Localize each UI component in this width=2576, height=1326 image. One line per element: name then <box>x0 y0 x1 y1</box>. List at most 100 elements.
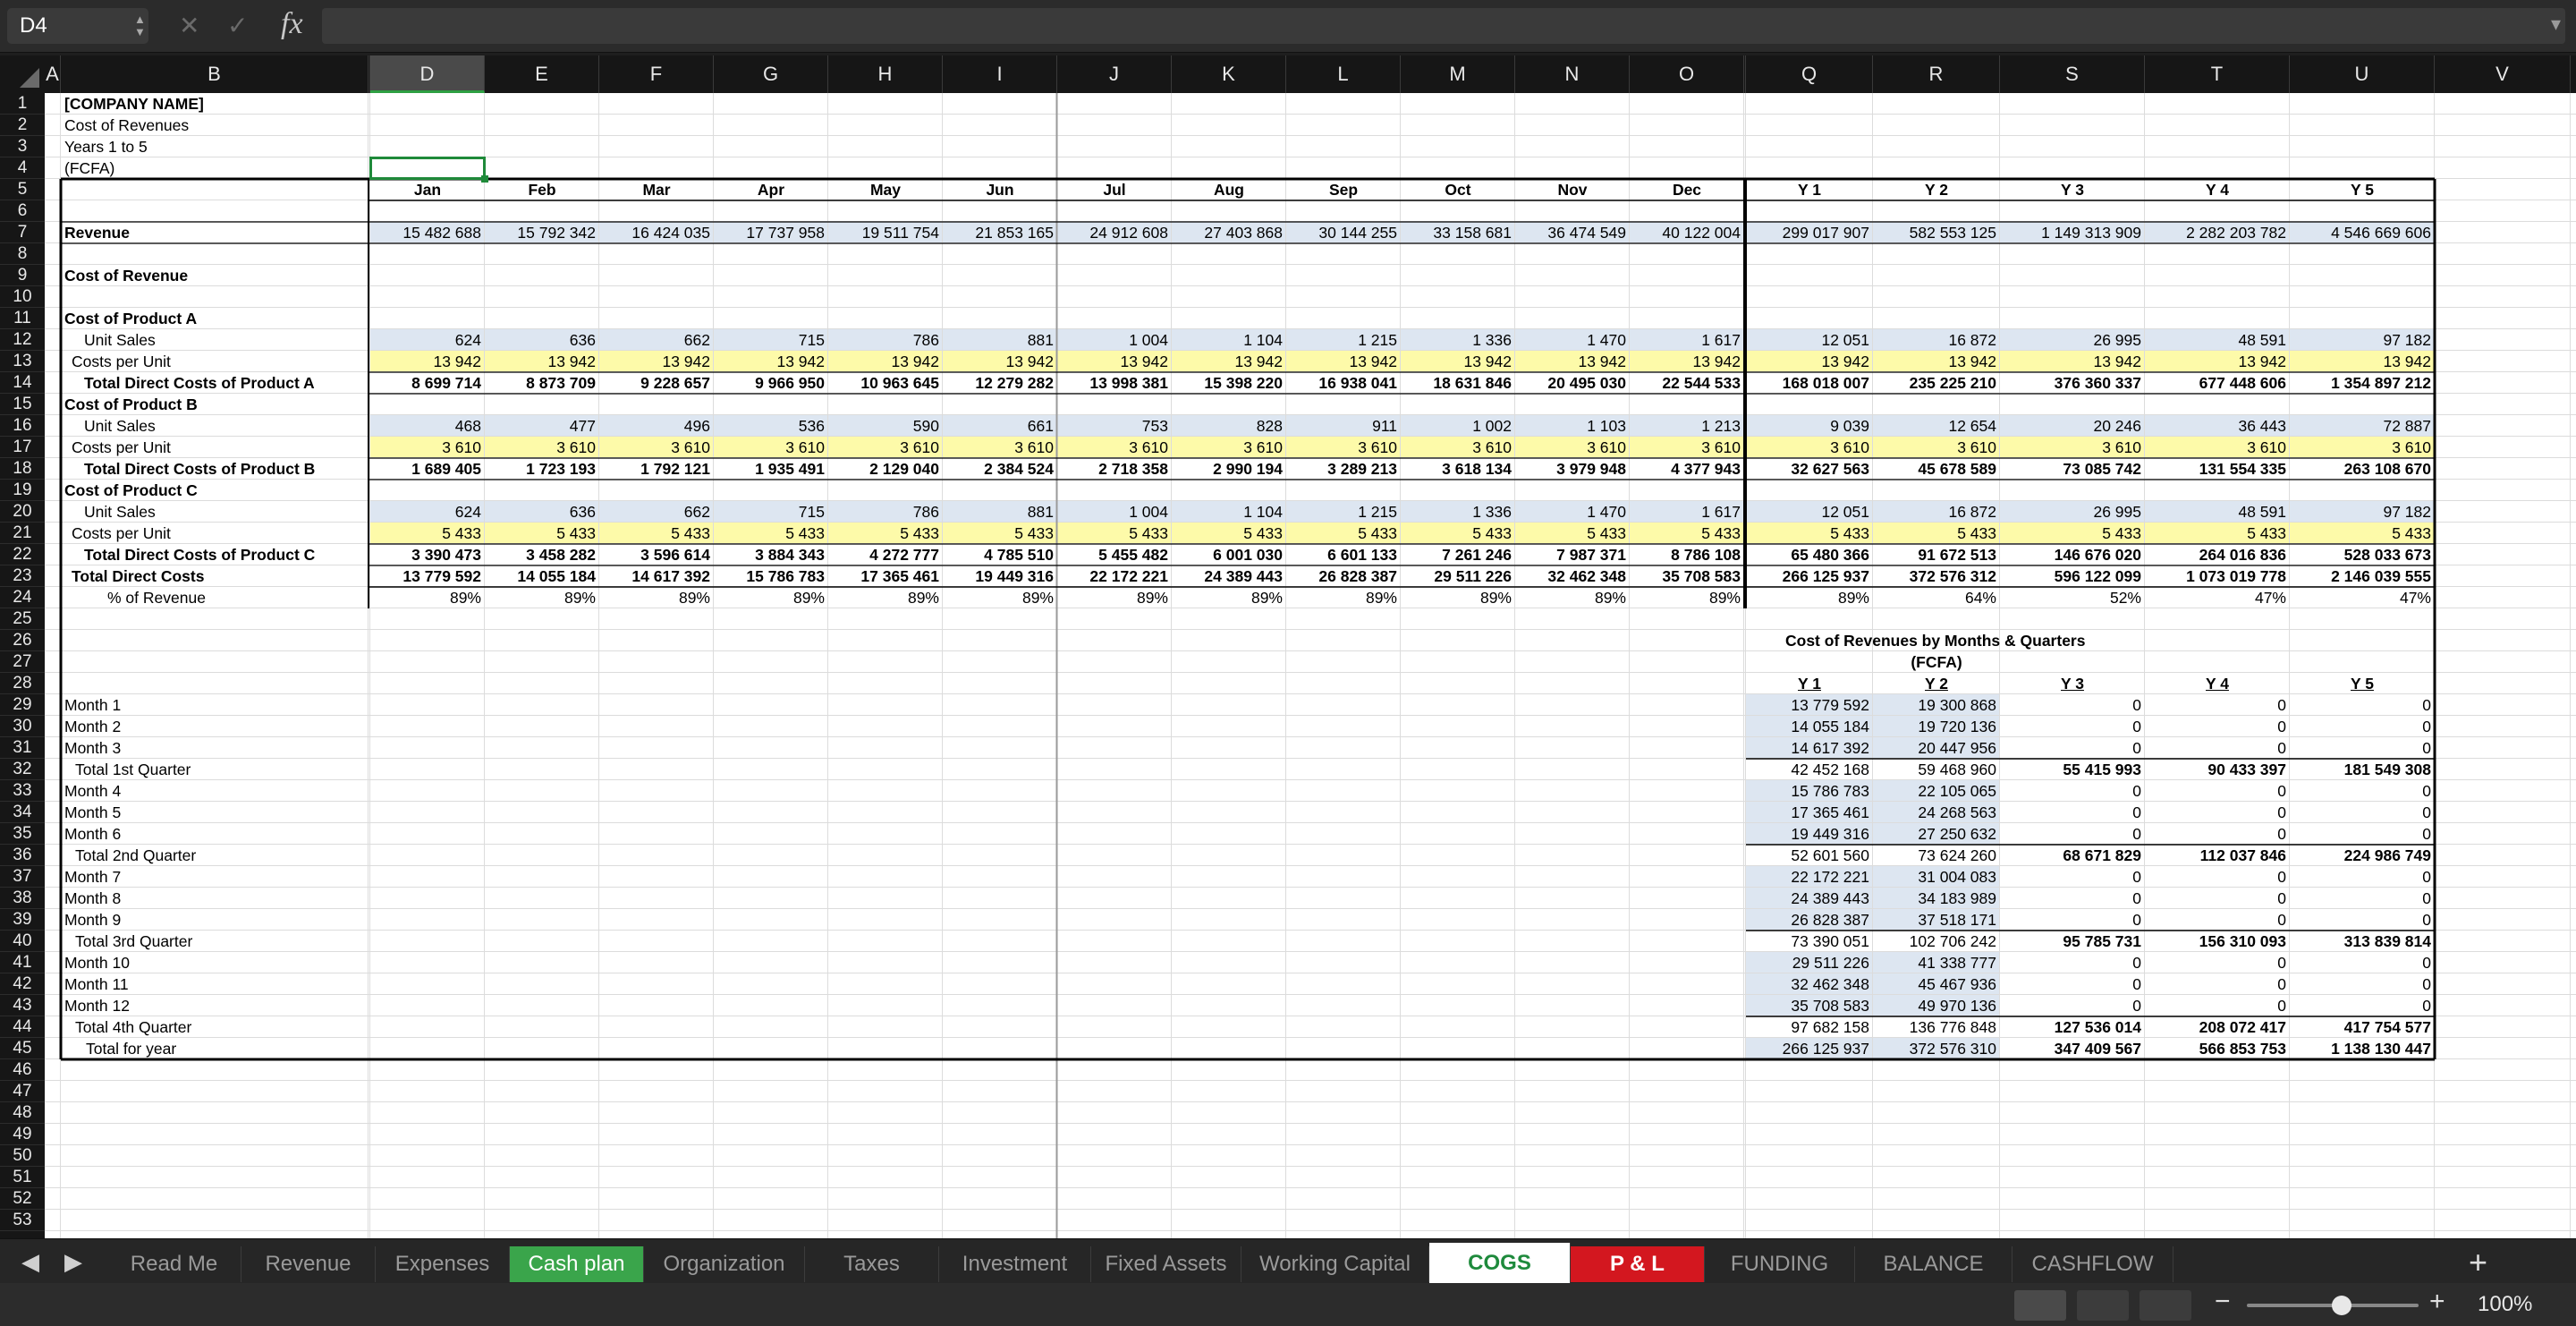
cell-n21[interactable]: 5 433 <box>1515 523 1630 544</box>
cell-t44[interactable]: 208 072 417 <box>2145 1016 2290 1038</box>
cell-n12[interactable]: 1 470 <box>1515 329 1630 351</box>
cell-b43[interactable]: Month 12 <box>61 995 365 1016</box>
sheet-tab-balance[interactable]: BALANCE <box>1855 1246 2012 1282</box>
column-header-g[interactable]: G <box>714 55 828 93</box>
sheet-tab-working-capital[interactable]: Working Capital <box>1241 1246 1429 1282</box>
cell-s45[interactable]: 347 409 567 <box>2000 1038 2145 1059</box>
cell-n13[interactable]: 13 942 <box>1515 351 1630 372</box>
row-header-13[interactable]: 13 <box>0 351 45 372</box>
cell-f22[interactable]: 3 596 614 <box>599 544 714 565</box>
cell-h18[interactable]: 2 129 040 <box>828 458 943 480</box>
cell-r29[interactable]: 19 300 868 <box>1873 694 2000 716</box>
cell-h20[interactable]: 786 <box>828 501 943 523</box>
row-header-19[interactable]: 19 <box>0 480 45 501</box>
cell-u39[interactable]: 0 <box>2290 909 2435 931</box>
cell-s16[interactable]: 20 246 <box>2000 415 2145 437</box>
cell-f14[interactable]: 9 228 657 <box>599 372 714 394</box>
cell-q42[interactable]: 32 462 348 <box>1746 973 1873 995</box>
cell-s23[interactable]: 596 122 099 <box>2000 565 2145 587</box>
cell-j24[interactable]: 89% <box>1057 587 1172 608</box>
name-box-stepper-icon[interactable]: ▲ ▼ <box>134 13 146 38</box>
cell-m7[interactable]: 33 158 681 <box>1401 222 1515 243</box>
cell-r30[interactable]: 19 720 136 <box>1873 716 2000 737</box>
cell-l17[interactable]: 3 610 <box>1286 437 1401 458</box>
cell-r27[interactable]: (FCFA) <box>1873 651 2000 673</box>
column-header-q[interactable]: Q <box>1746 55 1873 93</box>
cell-i20[interactable]: 881 <box>943 501 1057 523</box>
cell-s42[interactable]: 0 <box>2000 973 2145 995</box>
cell-r28[interactable]: Y 2 <box>1873 673 2000 694</box>
cell-t23[interactable]: 1 073 019 778 <box>2145 565 2290 587</box>
cell-u12[interactable]: 97 182 <box>2290 329 2435 351</box>
cell-s12[interactable]: 26 995 <box>2000 329 2145 351</box>
cell-g12[interactable]: 715 <box>714 329 828 351</box>
cell-b19[interactable]: Cost of Product C <box>61 480 365 501</box>
cell-b32[interactable]: Total 1st Quarter <box>61 759 365 780</box>
cell-r35[interactable]: 27 250 632 <box>1873 823 2000 845</box>
cell-r31[interactable]: 20 447 956 <box>1873 737 2000 759</box>
row-header-47[interactable]: 47 <box>0 1081 45 1102</box>
cell-s20[interactable]: 26 995 <box>2000 501 2145 523</box>
cell-r45[interactable]: 372 576 310 <box>1873 1038 2000 1059</box>
cell-q7[interactable]: 299 017 907 <box>1746 222 1873 243</box>
cell-e21[interactable]: 5 433 <box>485 523 599 544</box>
cell-b34[interactable]: Month 5 <box>61 802 365 823</box>
cell-s7[interactable]: 1 149 313 909 <box>2000 222 2145 243</box>
row-header-6[interactable]: 6 <box>0 200 45 222</box>
cell-j22[interactable]: 5 455 482 <box>1057 544 1172 565</box>
row-header-38[interactable]: 38 <box>0 888 45 909</box>
cell-s36[interactable]: 68 671 829 <box>2000 845 2145 866</box>
cell-f20[interactable]: 662 <box>599 501 714 523</box>
cell-o14[interactable]: 22 544 533 <box>1630 372 1744 394</box>
row-header-22[interactable]: 22 <box>0 544 45 565</box>
column-header-v[interactable]: V <box>2435 55 2571 93</box>
cell-j5[interactable]: Jul <box>1057 179 1172 200</box>
column-header-t[interactable]: T <box>2145 55 2290 93</box>
cell-b33[interactable]: Month 4 <box>61 780 365 802</box>
cell-l12[interactable]: 1 215 <box>1286 329 1401 351</box>
cell-s13[interactable]: 13 942 <box>2000 351 2145 372</box>
cell-d17[interactable]: 3 610 <box>370 437 485 458</box>
column-header-j[interactable]: J <box>1057 55 1172 93</box>
row-header-24[interactable]: 24 <box>0 587 45 608</box>
cell-e13[interactable]: 13 942 <box>485 351 599 372</box>
cell-e12[interactable]: 636 <box>485 329 599 351</box>
cell-u7[interactable]: 4 546 669 606 <box>2290 222 2435 243</box>
cell-k24[interactable]: 89% <box>1172 587 1286 608</box>
cell-b39[interactable]: Month 9 <box>61 909 365 931</box>
cell-b24[interactable]: % of Revenue <box>61 587 365 608</box>
cell-d18[interactable]: 1 689 405 <box>370 458 485 480</box>
column-header-k[interactable]: K <box>1172 55 1286 93</box>
cell-t24[interactable]: 47% <box>2145 587 2290 608</box>
select-all-corner[interactable] <box>0 55 45 93</box>
cell-o13[interactable]: 13 942 <box>1630 351 1744 372</box>
cell-b40[interactable]: Total 3rd Quarter <box>61 931 365 952</box>
cell-g13[interactable]: 13 942 <box>714 351 828 372</box>
cell-q41[interactable]: 29 511 226 <box>1746 952 1873 973</box>
cell-d23[interactable]: 13 779 592 <box>370 565 485 587</box>
cell-u41[interactable]: 0 <box>2290 952 2435 973</box>
cell-h21[interactable]: 5 433 <box>828 523 943 544</box>
row-header-37[interactable]: 37 <box>0 866 45 888</box>
cell-o21[interactable]: 5 433 <box>1630 523 1744 544</box>
worksheet-grid[interactable]: [COMPANY NAME] Cost of Revenues Years 1 to… <box>45 93 2576 1238</box>
cell-r14[interactable]: 235 225 210 <box>1873 372 2000 394</box>
cell-u21[interactable]: 5 433 <box>2290 523 2435 544</box>
cell-u29[interactable]: 0 <box>2290 694 2435 716</box>
prev-sheet-icon[interactable]: ◀ <box>21 1248 39 1276</box>
cell-b1[interactable]: [COMPANY NAME] <box>61 93 365 115</box>
cell-r32[interactable]: 59 468 960 <box>1873 759 2000 780</box>
zoom-out-icon[interactable]: − <box>2215 1287 2231 1317</box>
cell-b13[interactable]: Costs per Unit <box>61 351 365 372</box>
cell-q29[interactable]: 13 779 592 <box>1746 694 1873 716</box>
check-icon[interactable]: ✓ <box>227 13 248 39</box>
cell-o20[interactable]: 1 617 <box>1630 501 1744 523</box>
cell-m16[interactable]: 1 002 <box>1401 415 1515 437</box>
cell-j20[interactable]: 1 004 <box>1057 501 1172 523</box>
cell-b14[interactable]: Total Direct Costs of Product A <box>61 372 365 394</box>
cell-s30[interactable]: 0 <box>2000 716 2145 737</box>
cell-j18[interactable]: 2 718 358 <box>1057 458 1172 480</box>
cell-f12[interactable]: 662 <box>599 329 714 351</box>
cell-s43[interactable]: 0 <box>2000 995 2145 1016</box>
cell-f7[interactable]: 16 424 035 <box>599 222 714 243</box>
